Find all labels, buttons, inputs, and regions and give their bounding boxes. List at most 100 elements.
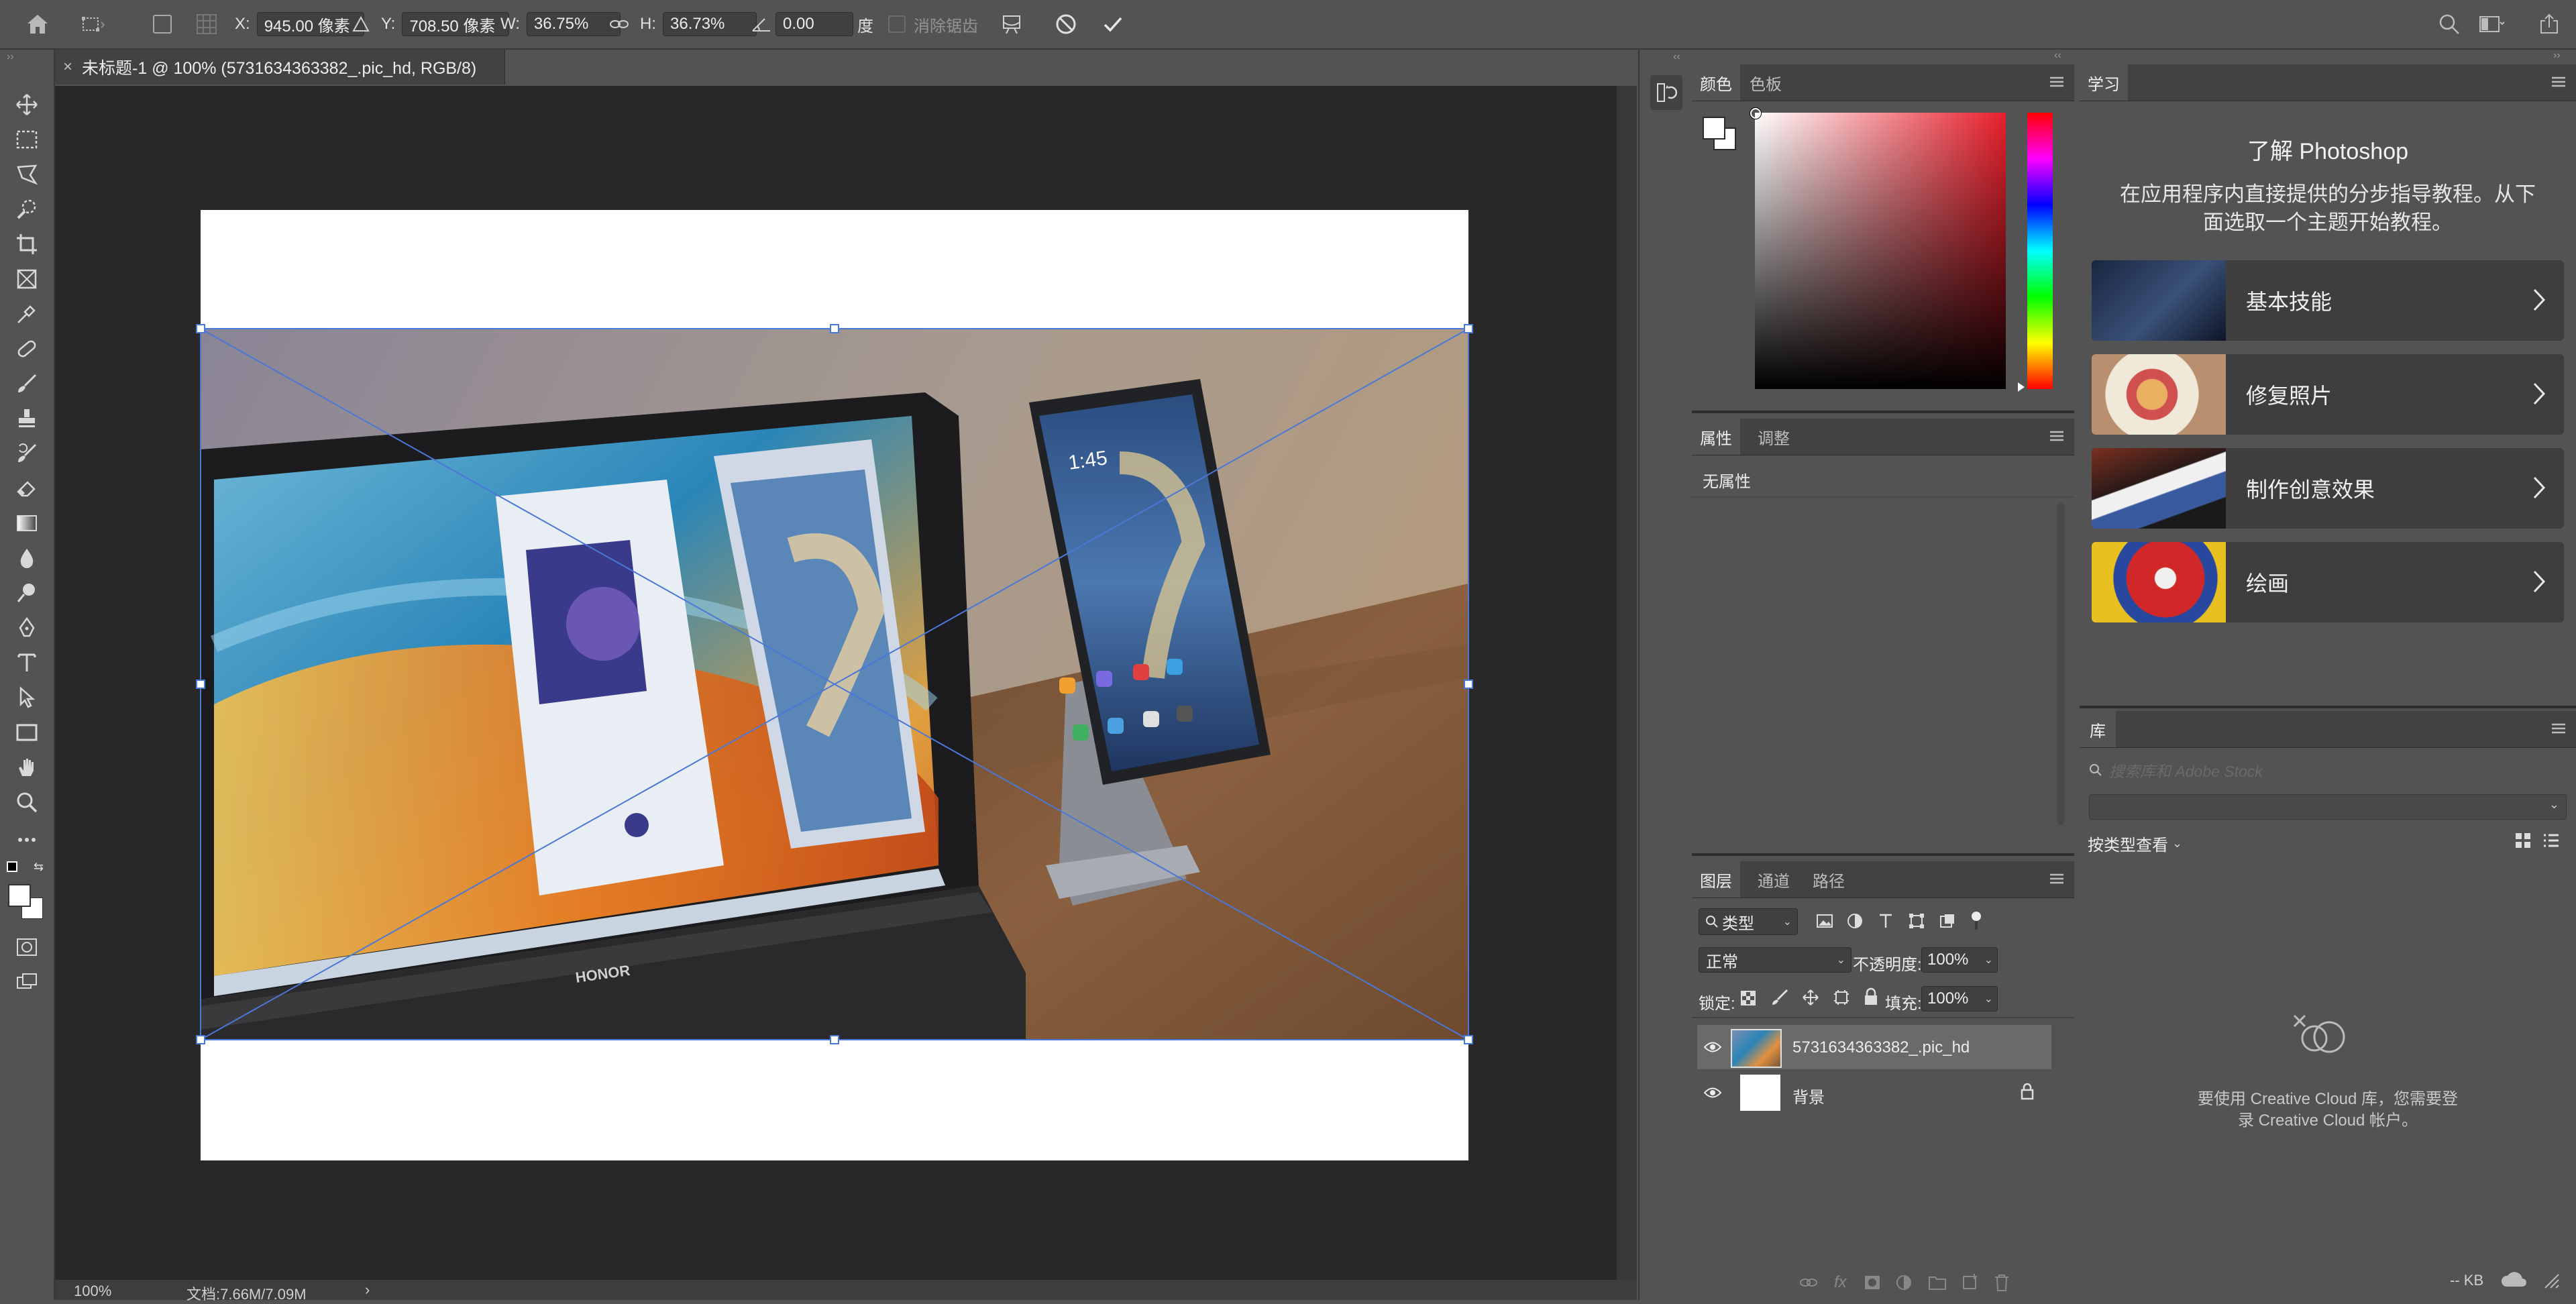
grid-view-icon[interactable] (2514, 832, 2532, 853)
foreground-color-swatch[interactable] (8, 884, 31, 907)
add-mask-icon[interactable] (1864, 1274, 1881, 1295)
hue-slider[interactable] (2027, 113, 2053, 389)
color-picker-cursor[interactable] (1750, 108, 1761, 119)
tab-properties[interactable]: 属性 (1692, 419, 1740, 455)
tab-swatches[interactable]: 色板 (1750, 64, 1782, 101)
swap-colors-icon[interactable]: ⇆ (34, 860, 44, 874)
new-layer-icon[interactable] (1962, 1273, 1979, 1295)
layer-visibility-eye-icon[interactable] (1703, 1040, 1722, 1057)
width-scale-field[interactable]: 36.75% (526, 12, 621, 36)
tab-channels[interactable]: 通道 (1758, 861, 1790, 898)
crop-tool-icon[interactable] (9, 229, 44, 259)
type-tool-icon[interactable] (9, 648, 44, 677)
layer-style-fx-icon[interactable]: fx (1834, 1273, 1847, 1292)
lock-pixels-icon[interactable] (1771, 989, 1788, 1010)
learn-topic-card[interactable]: 绘画 (2092, 542, 2564, 622)
lock-all-icon[interactable] (1864, 987, 1878, 1010)
commit-transform-icon[interactable] (1102, 0, 1124, 48)
panel-menu-icon[interactable] (2551, 722, 2567, 735)
lasso-tool-icon[interactable] (9, 160, 44, 189)
frame-tool-icon[interactable] (9, 264, 44, 294)
learn-topic-card[interactable]: 制作创意效果 (2092, 448, 2564, 529)
document-tab[interactable]: × 未标题-1 @ 100% (5731634363382_.pic_hd, R… (55, 50, 505, 85)
layer-name[interactable]: 背景 (1792, 1084, 1825, 1107)
close-document-icon[interactable]: × (63, 58, 72, 76)
reference-point-grid-icon[interactable] (195, 0, 219, 48)
vertical-scrollbar[interactable] (1617, 86, 1637, 1280)
blend-mode-select[interactable]: 正常 ⌄ (1699, 947, 1851, 973)
layer-visibility-eye-icon[interactable] (1703, 1085, 1722, 1103)
tab-adjustments[interactable]: 调整 (1758, 419, 1790, 455)
layer-row[interactable]: 5731634363382_.pic_hd (1697, 1025, 2051, 1069)
fill-field[interactable]: 100% ⌄ (1921, 986, 1998, 1012)
view-by-type-dropdown[interactable]: 按类型查看 ⌄ (2088, 832, 2182, 855)
resize-grip-icon[interactable] (2542, 1270, 2560, 1293)
collapse-panels-icon[interactable]: ›› (2553, 50, 2561, 62)
adjustment-layer-icon[interactable] (1896, 1274, 1912, 1295)
dodge-tool-icon[interactable] (9, 578, 44, 608)
collapse-panels-icon[interactable]: ‹‹ (2054, 50, 2061, 62)
x-position-field[interactable]: 945.00 像素 (256, 12, 364, 36)
learn-topic-card[interactable]: 修复照片 (2092, 354, 2564, 435)
path-selection-tool-icon[interactable] (9, 683, 44, 712)
height-scale-field[interactable]: 36.73% (663, 12, 757, 36)
properties-scrollbar[interactable] (2057, 503, 2065, 825)
tab-color[interactable]: 颜色 (1692, 64, 1740, 101)
photo-layer-image[interactable]: HONOR 1:45 (201, 329, 1468, 1040)
blur-tool-icon[interactable] (9, 543, 44, 573)
lock-transparent-icon[interactable] (1740, 990, 1756, 1010)
healing-brush-tool-icon[interactable] (9, 334, 44, 364)
tab-learn[interactable]: 学习 (2080, 64, 2128, 101)
home-icon[interactable] (25, 0, 50, 48)
eyedropper-tool-icon[interactable] (9, 299, 44, 329)
lock-position-icon[interactable] (1802, 989, 1819, 1010)
layer-row[interactable]: 背景 (1697, 1071, 2051, 1115)
workspace-icon[interactable] (2478, 0, 2505, 48)
link-icon[interactable] (609, 0, 629, 48)
status-menu-arrow[interactable]: › (365, 1281, 370, 1299)
history-panel-icon[interactable] (1650, 75, 1682, 110)
zoom-level[interactable]: 100% (74, 1283, 111, 1300)
pen-tool-icon[interactable] (9, 613, 44, 643)
filter-toggle-icon[interactable] (1970, 910, 1983, 936)
hand-tool-icon[interactable] (9, 753, 44, 782)
quick-selection-tool-icon[interactable] (9, 195, 44, 224)
library-select[interactable]: ⌄ (2089, 794, 2567, 820)
default-colors-icon[interactable]: ⇆ (5, 860, 47, 879)
quick-mask-icon[interactable] (9, 932, 44, 962)
clone-stamp-tool-icon[interactable] (9, 404, 44, 433)
filter-shape-icon[interactable] (1908, 912, 1925, 934)
layer-name[interactable]: 5731634363382_.pic_hd (1792, 1038, 1970, 1057)
tab-libraries[interactable]: 库 (2080, 711, 2116, 747)
tab-layers[interactable]: 图层 (1692, 861, 1740, 898)
panel-menu-icon[interactable] (2049, 75, 2065, 89)
learn-topic-card[interactable]: 基本技能 (2092, 260, 2564, 341)
marquee-tool-icon[interactable] (9, 125, 44, 154)
layer-lock-icon[interactable] (2021, 1083, 2034, 1104)
layer-filter-select[interactable]: 类型 ⌄ (1699, 908, 1798, 935)
reference-point-checkbox[interactable] (153, 0, 172, 48)
library-search-input[interactable]: 搜索库和 Adobe Stock (2089, 758, 2565, 782)
fg-bg-color-icon[interactable] (1701, 115, 1736, 150)
gradient-tool-icon[interactable] (9, 508, 44, 538)
eraser-tool-icon[interactable] (9, 474, 44, 503)
link-layers-icon[interactable] (1799, 1276, 1818, 1293)
y-position-field[interactable]: 708.50 像素 (402, 12, 510, 36)
rectangle-tool-icon[interactable] (9, 718, 44, 747)
tab-paths[interactable]: 路径 (1813, 861, 1845, 898)
color-swatches[interactable] (7, 883, 44, 920)
filter-smart-object-icon[interactable] (1939, 912, 1956, 934)
zoom-tool-icon[interactable] (9, 787, 44, 817)
panel-menu-icon[interactable] (2049, 872, 2065, 885)
opacity-field[interactable]: 100% ⌄ (1921, 947, 1998, 973)
move-tool-icon[interactable] (9, 90, 44, 119)
filter-type-icon[interactable] (1877, 912, 1894, 934)
brush-tool-icon[interactable] (9, 369, 44, 398)
cancel-transform-icon[interactable] (1055, 0, 1077, 48)
filter-adjustment-icon[interactable] (1846, 912, 1864, 934)
panel-menu-icon[interactable] (2551, 75, 2567, 89)
lock-artboard-icon[interactable] (1833, 989, 1850, 1010)
panel-menu-icon[interactable] (2049, 429, 2065, 443)
delete-layer-icon[interactable] (1994, 1273, 2010, 1296)
search-icon[interactable] (2438, 0, 2461, 48)
